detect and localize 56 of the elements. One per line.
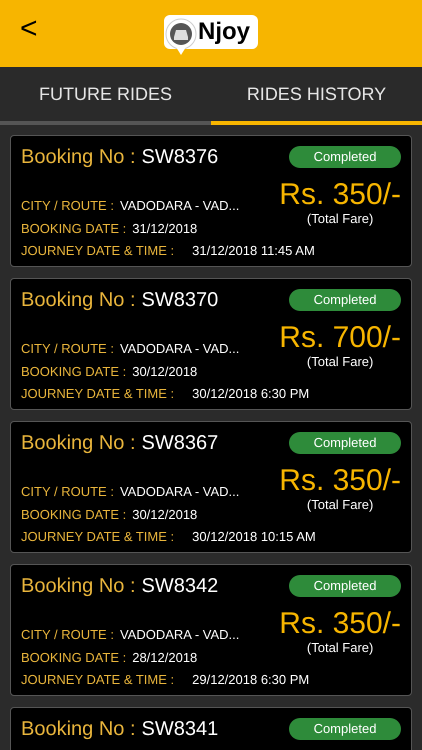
fare-note: (Total Fare) <box>306 641 374 654</box>
route-value: VADODARA - VAD... <box>120 626 240 644</box>
journey-date-label: JOURNEY DATE & TIME : <box>21 528 174 546</box>
status-badge: Completed <box>289 432 401 454</box>
booking-label: Booking No : <box>21 717 136 742</box>
booking-label: Booking No : <box>21 431 136 456</box>
fare-amount: Rs. 350/- <box>279 178 401 212</box>
status-badge: Completed <box>289 575 401 597</box>
booking-date-value: 30/12/2018 <box>132 506 198 524</box>
booking-label: Booking No : <box>21 145 136 170</box>
booking-label: Booking No : <box>21 574 136 599</box>
booking-date-label: BOOKING DATE : <box>21 362 126 380</box>
fare-note: (Total Fare) <box>306 355 374 368</box>
fare-amount: Rs. 700/- <box>279 321 401 355</box>
fare-amount: Rs. 350/- <box>279 607 401 641</box>
logo-text: Njoy <box>198 20 250 44</box>
fare-note: (Total Fare) <box>306 212 374 225</box>
booking-card[interactable]: Booking No : SW8376 Completed CITY / ROUTE : VADODARA - VAD... BOOKING DATE : 31/12/2018 Rs. 350/- (Total Fare) JOURNEY DATE & TIME : 31/12/2018 11:45 AM <box>10 135 412 267</box>
booking-card[interactable]: Booking No : SW8370 Completed CITY / ROUTE : VADODARA - VAD... BOOKING DATE : 30/12/2018 Rs. 700/- (Total Fare) JOURNEY DATE & TIME : 30/12/2018 6:30 PM <box>10 278 412 410</box>
route-value: VADODARA - VAD... <box>120 340 240 358</box>
booking-number: SW8342 <box>142 574 218 599</box>
status-badge: Completed <box>289 718 401 740</box>
booking-date-value: 28/12/2018 <box>132 648 198 666</box>
back-button[interactable]: < <box>16 14 42 44</box>
route-value: VADODARA - VAD... <box>120 483 240 501</box>
journey-date-label: JOURNEY DATE & TIME : <box>21 242 174 260</box>
route-label: CITY / ROUTE : <box>21 626 114 644</box>
status-badge: Completed <box>289 289 401 311</box>
booking-number: SW8376 <box>142 145 218 170</box>
route-label: CITY / ROUTE : <box>21 340 114 358</box>
journey-date-value: 30/12/2018 10:15 AM <box>192 528 316 546</box>
booking-card[interactable]: Booking No : SW8367 Completed CITY / ROUTE : VADODARA - VAD... BOOKING DATE : 30/12/2018 Rs. 350/- (Total Fare) JOURNEY DATE & TIME : 30/12/2018 10:15 AM <box>10 421 412 553</box>
tab[interactable]: RIDES HISTORY <box>211 67 422 125</box>
route-value: VADODARA - VAD... <box>120 197 240 215</box>
booking-number: SW8370 <box>142 288 218 313</box>
booking-date-label: BOOKING DATE : <box>21 220 126 238</box>
booking-card[interactable]: Booking No : SW8341 Completed <box>10 707 412 750</box>
booking-date-label: BOOKING DATE : <box>21 506 126 524</box>
fare-amount: Rs. 350/- <box>279 464 401 498</box>
journey-date-value: 31/12/2018 11:45 AM <box>192 242 315 260</box>
booking-date-value: 30/12/2018 <box>132 362 198 380</box>
fare-note: (Total Fare) <box>306 498 374 511</box>
route-label: CITY / ROUTE : <box>21 197 114 215</box>
booking-date-value: 31/12/2018 <box>132 220 198 238</box>
status-badge: Completed <box>289 146 401 168</box>
journey-date-value: 30/12/2018 6:30 PM <box>192 385 310 403</box>
route-label: CITY / ROUTE : <box>21 483 114 501</box>
journey-date-label: JOURNEY DATE & TIME : <box>21 671 174 689</box>
booking-date-label: BOOKING DATE : <box>21 648 126 666</box>
booking-label: Booking No : <box>21 288 136 313</box>
journey-date-value: 29/12/2018 6:30 PM <box>192 671 310 689</box>
booking-number: SW8341 <box>142 717 218 742</box>
tab[interactable]: FUTURE RIDES <box>0 67 211 125</box>
journey-date-label: JOURNEY DATE & TIME : <box>21 385 174 403</box>
booking-number: SW8367 <box>142 431 218 456</box>
booking-card[interactable]: Booking No : SW8342 Completed CITY / ROUTE : VADODARA - VAD... BOOKING DATE : 28/12/2018 Rs. 350/- (Total Fare) JOURNEY DATE & TIME : 29/12/2018 6:30 PM <box>10 564 412 696</box>
